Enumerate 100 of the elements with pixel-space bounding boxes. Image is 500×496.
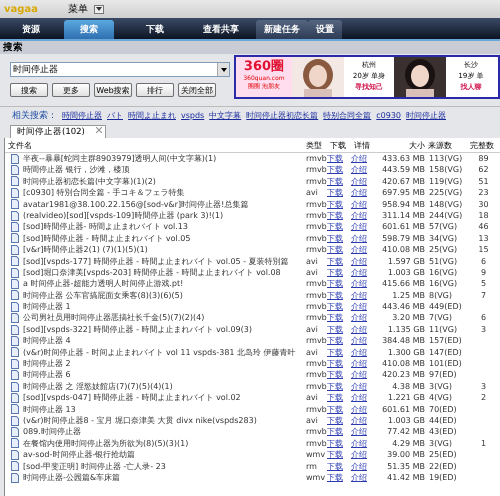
nav-tab[interactable]: 下载 [130,20,180,39]
detail-link[interactable]: 介绍 [351,450,367,460]
detail-link[interactable]: 介绍 [351,234,367,243]
download-link[interactable]: 下载 [327,462,343,471]
detail-link[interactable]: 介绍 [351,176,367,186]
detail-link[interactable]: 介绍 [351,268,367,277]
column-header[interactable]: 文件名 [5,140,303,150]
detail-link[interactable]: 介绍 [351,200,367,209]
download-link[interactable]: 下载 [327,359,343,368]
column-header[interactable]: 类型 [303,140,327,150]
detail-link[interactable]: 介绍 [351,336,367,346]
nav-tab[interactable]: 查看共享 [196,20,246,39]
detail-link[interactable]: 介绍 [351,313,367,322]
column-header[interactable]: 完整数 [467,140,500,150]
detail-link[interactable]: 介绍 [351,290,367,300]
download-link[interactable]: 下载 [327,188,343,198]
file-size: 1.597 GB [386,256,425,267]
detail-link[interactable]: 介绍 [351,382,367,391]
detail-link[interactable]: 介绍 [351,348,367,357]
detail-link[interactable]: 介绍 [351,359,367,368]
related-link[interactable]: c0930 [376,111,401,120]
related-link[interactable]: 中文字幕 [209,110,242,121]
detail-link[interactable]: 介绍 [351,416,367,425]
detail-link[interactable]: 介绍 [351,279,367,288]
download-link[interactable]: 下载 [327,404,343,414]
column-header[interactable]: 大小 [377,140,425,150]
detail-link[interactable]: 介绍 [351,302,367,312]
search-button[interactable]: 关闭全部 [178,83,216,97]
file-name: [sod-甲斐正明] 时间停止器 -亡人录- 23 [23,460,166,472]
dropdown-button[interactable] [217,63,229,76]
column-header[interactable]: 下载 [327,140,351,150]
download-link[interactable]: 下载 [327,336,343,346]
download-link[interactable]: 下载 [327,268,343,277]
file-size: 443.46 MB [381,301,425,312]
nav-tab[interactable]: 设置 [308,20,342,39]
file-name: 时间停止器 之 淫慾妓館店(7)(7)(5)(4)(1) [23,380,173,392]
file-type: rmvb [305,290,327,302]
download-link[interactable]: 下载 [327,279,343,288]
download-link[interactable]: 下载 [327,427,343,436]
download-link[interactable]: 下载 [327,348,343,357]
detail-link[interactable]: 介绍 [351,210,367,220]
menu-label[interactable]: 菜单 [68,2,88,16]
download-link[interactable]: 下载 [327,222,343,232]
detail-link[interactable]: 介绍 [351,245,367,254]
dropdown-button[interactable] [94,4,104,14]
detail-link[interactable]: 介绍 [351,462,367,471]
detail-link[interactable]: 介绍 [351,393,367,402]
download-link[interactable]: 下载 [327,245,343,254]
download-link[interactable]: 下载 [327,416,343,425]
download-link[interactable]: 下载 [327,165,343,174]
related-link[interactable]: 时间停止器初恋长篇 [246,110,318,121]
detail-link[interactable]: 介绍 [351,154,367,163]
download-link[interactable]: 下载 [327,472,343,482]
detail-link[interactable]: 介绍 [351,370,367,380]
detail-link[interactable]: 介绍 [351,222,367,232]
search-button[interactable]: 搜索 [10,83,48,97]
related-link[interactable]: 时间停止器 [406,110,446,121]
download-link[interactable]: 下载 [327,302,343,312]
download-link[interactable]: 下载 [327,324,343,334]
column-header[interactable]: 详情 [351,140,377,150]
detail-link[interactable]: 介绍 [351,427,367,436]
download-link[interactable]: 下载 [327,438,343,448]
related-link[interactable]: vspds [181,111,204,120]
download-link[interactable]: 下载 [327,176,343,186]
detail-link[interactable]: 介绍 [351,256,367,266]
close-icon[interactable] [96,127,102,133]
related-link[interactable]: 時間よ止まれ [128,110,176,121]
search-button[interactable]: 排行 [136,83,174,97]
download-link[interactable]: 下载 [327,290,343,300]
column-header[interactable]: 来源数 [425,140,467,150]
detail-link[interactable]: 介绍 [351,324,367,334]
download-link[interactable]: 下载 [327,234,343,243]
search-field[interactable]: 时间停止器 [10,62,230,77]
download-link[interactable]: 下载 [327,154,343,163]
download-link[interactable]: 下载 [327,313,343,322]
detail-link[interactable]: 介绍 [351,165,367,174]
nav-tab[interactable]: 搜索 [64,20,114,39]
download-link[interactable]: 下载 [327,256,343,266]
detail-link[interactable]: 介绍 [351,438,367,448]
related-link[interactable]: パト [107,110,123,121]
search-button[interactable]: Web搜索 [94,83,132,97]
section-title: 搜索 [0,41,500,54]
detail-link[interactable]: 介绍 [351,188,367,198]
result-tab[interactable]: 时间停止器(102) [10,125,106,138]
nav-tab[interactable]: 新建任务 [256,20,308,39]
download-link[interactable]: 下载 [327,382,343,391]
download-link[interactable]: 下载 [327,393,343,402]
related-link[interactable]: 時間停止器 [62,110,102,121]
file-size: 420.23 MB [381,369,425,381]
download-link[interactable]: 下载 [327,370,343,380]
nav-tab[interactable]: 资源 [6,20,56,39]
search-button[interactable]: 更多 [52,83,90,97]
detail-link[interactable]: 介绍 [351,472,367,482]
related-link[interactable]: 特别合同全篇 [323,110,372,121]
file-type: avi [305,324,319,336]
complete-count: 15 [477,244,490,256]
download-link[interactable]: 下载 [327,200,343,209]
detail-link[interactable]: 介绍 [351,404,367,414]
download-link[interactable]: 下载 [327,210,343,220]
download-link[interactable]: 下载 [327,450,343,460]
